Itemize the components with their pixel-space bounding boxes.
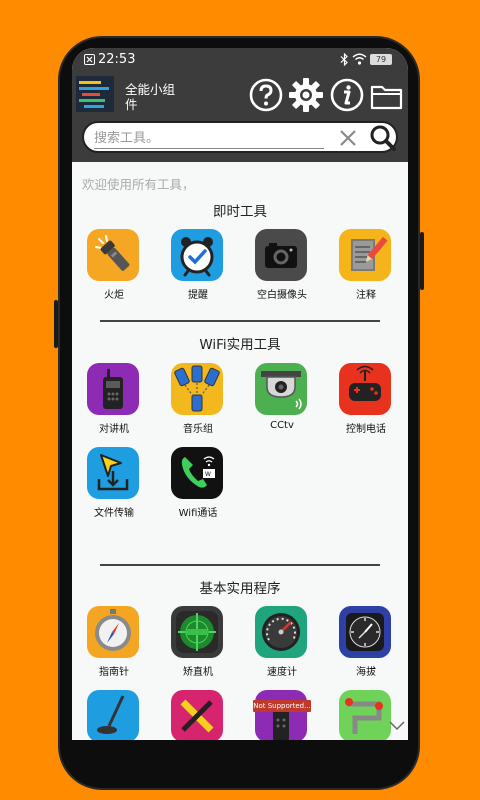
tool-reminder[interactable]: 提醒 <box>156 229 240 307</box>
settings-gear-icon[interactable] <box>289 78 323 112</box>
app-title: 全能小组件 <box>125 82 176 112</box>
file-transfer-icon <box>87 447 139 499</box>
chevron-down-icon[interactable] <box>386 714 408 740</box>
tool-label: CCtv <box>270 420 294 431</box>
tool-leveler[interactable]: 矫直机 <box>156 606 240 684</box>
help-icon[interactable] <box>249 78 283 112</box>
clear-search-icon[interactable] <box>338 128 358 148</box>
tool-wifi-call[interactable]: W Wifi通话 <box>156 447 240 525</box>
tool-label: 音乐组 <box>183 424 213 435</box>
tool-compass[interactable]: 指南针 <box>72 606 156 684</box>
search-icon[interactable] <box>369 124 397 152</box>
welcome-text: 欢迎使用所有工具， <box>82 177 195 192</box>
info-icon[interactable] <box>330 78 364 112</box>
battery-level: 79 <box>375 55 387 64</box>
tool-label: 速度计 <box>267 667 297 678</box>
map-route-icon <box>339 690 391 740</box>
tool-label: 空白摄像头 <box>257 290 307 301</box>
cctv-camera-icon <box>255 363 307 415</box>
tool-notes[interactable]: 注释 <box>324 229 408 307</box>
search-input[interactable] <box>94 129 324 149</box>
section-title-basic-utilities: 基本实用程序 <box>199 581 281 597</box>
tool-control-phone[interactable]: 控制电话 <box>324 363 408 441</box>
tool-blank-camera[interactable]: 空白摄像头 <box>240 229 324 307</box>
notification-x-icon <box>84 54 95 65</box>
phone-volume-button <box>420 232 424 290</box>
compass-icon <box>87 606 139 658</box>
remote-controller-icon <box>339 363 391 415</box>
status-bar: 22:53 79 <box>72 48 408 72</box>
tool-not-supported[interactable]: Not Supported... <box>240 690 324 740</box>
tool-label: 指南针 <box>99 667 129 678</box>
tool-walkie-talkie[interactable]: 对讲机 <box>72 363 156 441</box>
torch-icon <box>87 229 139 281</box>
app-screen: 22:53 79 全能小组件 搜索工具。 欢迎使用所有工具， 即时工具 火炬 提… <box>72 48 408 740</box>
tool-drawing[interactable] <box>156 690 240 740</box>
tool-label: 矫直机 <box>183 667 213 678</box>
not-supported-badge: Not Supported... <box>253 700 311 712</box>
tool-label: 注释 <box>356 290 376 301</box>
tool-label: 控制电话 <box>346 424 386 435</box>
tool-label: 海拔 <box>356 667 376 678</box>
tool-music-group[interactable]: 音乐组 <box>156 363 240 441</box>
tool-label: Wifi通话 <box>178 508 218 519</box>
app-logo <box>76 76 114 112</box>
tool-cctv[interactable]: CCtv <box>240 363 324 441</box>
tool-label: 提醒 <box>188 290 208 301</box>
folder-icon[interactable] <box>370 82 404 110</box>
tool-altitude[interactable]: 海拔 <box>324 606 408 684</box>
speedometer-icon <box>255 606 307 658</box>
wifi-icon <box>352 53 367 65</box>
section-title-instant-tools: 即时工具 <box>213 204 267 220</box>
svg-text:W: W <box>205 471 211 478</box>
level-icon <box>171 606 223 658</box>
pencil-ruler-icon <box>171 690 223 740</box>
tool-metal-detector[interactable] <box>72 690 156 740</box>
camera-icon <box>255 229 307 281</box>
tool-file-transfer[interactable]: 文件传输 <box>72 447 156 525</box>
status-time: 22:53 <box>98 52 136 67</box>
music-group-icon <box>171 363 223 415</box>
section-divider <box>100 320 380 322</box>
battery-icon: 79 <box>370 54 392 65</box>
alarm-clock-icon <box>171 229 223 281</box>
wifi-call-icon: W <box>171 447 223 499</box>
walkie-talkie-icon <box>87 363 139 415</box>
app-bar: 全能小组件 <box>72 72 408 162</box>
section-title-wifi-utilities: WiFi实用工具 <box>199 337 281 353</box>
tool-speedometer[interactable]: 速度计 <box>240 606 324 684</box>
notepad-pencil-icon <box>339 229 391 281</box>
tool-label: 对讲机 <box>99 424 129 435</box>
search-bar <box>82 121 398 153</box>
tool-label: 文件传输 <box>94 508 134 519</box>
metal-detector-icon <box>87 690 139 740</box>
remote-icon <box>255 690 307 740</box>
phone-side-button <box>54 300 58 348</box>
altimeter-icon <box>339 606 391 658</box>
tool-label: 火炬 <box>104 290 124 301</box>
bluetooth-icon <box>340 53 348 66</box>
tool-torch[interactable]: 火炬 <box>72 229 156 307</box>
section-divider <box>100 564 380 566</box>
